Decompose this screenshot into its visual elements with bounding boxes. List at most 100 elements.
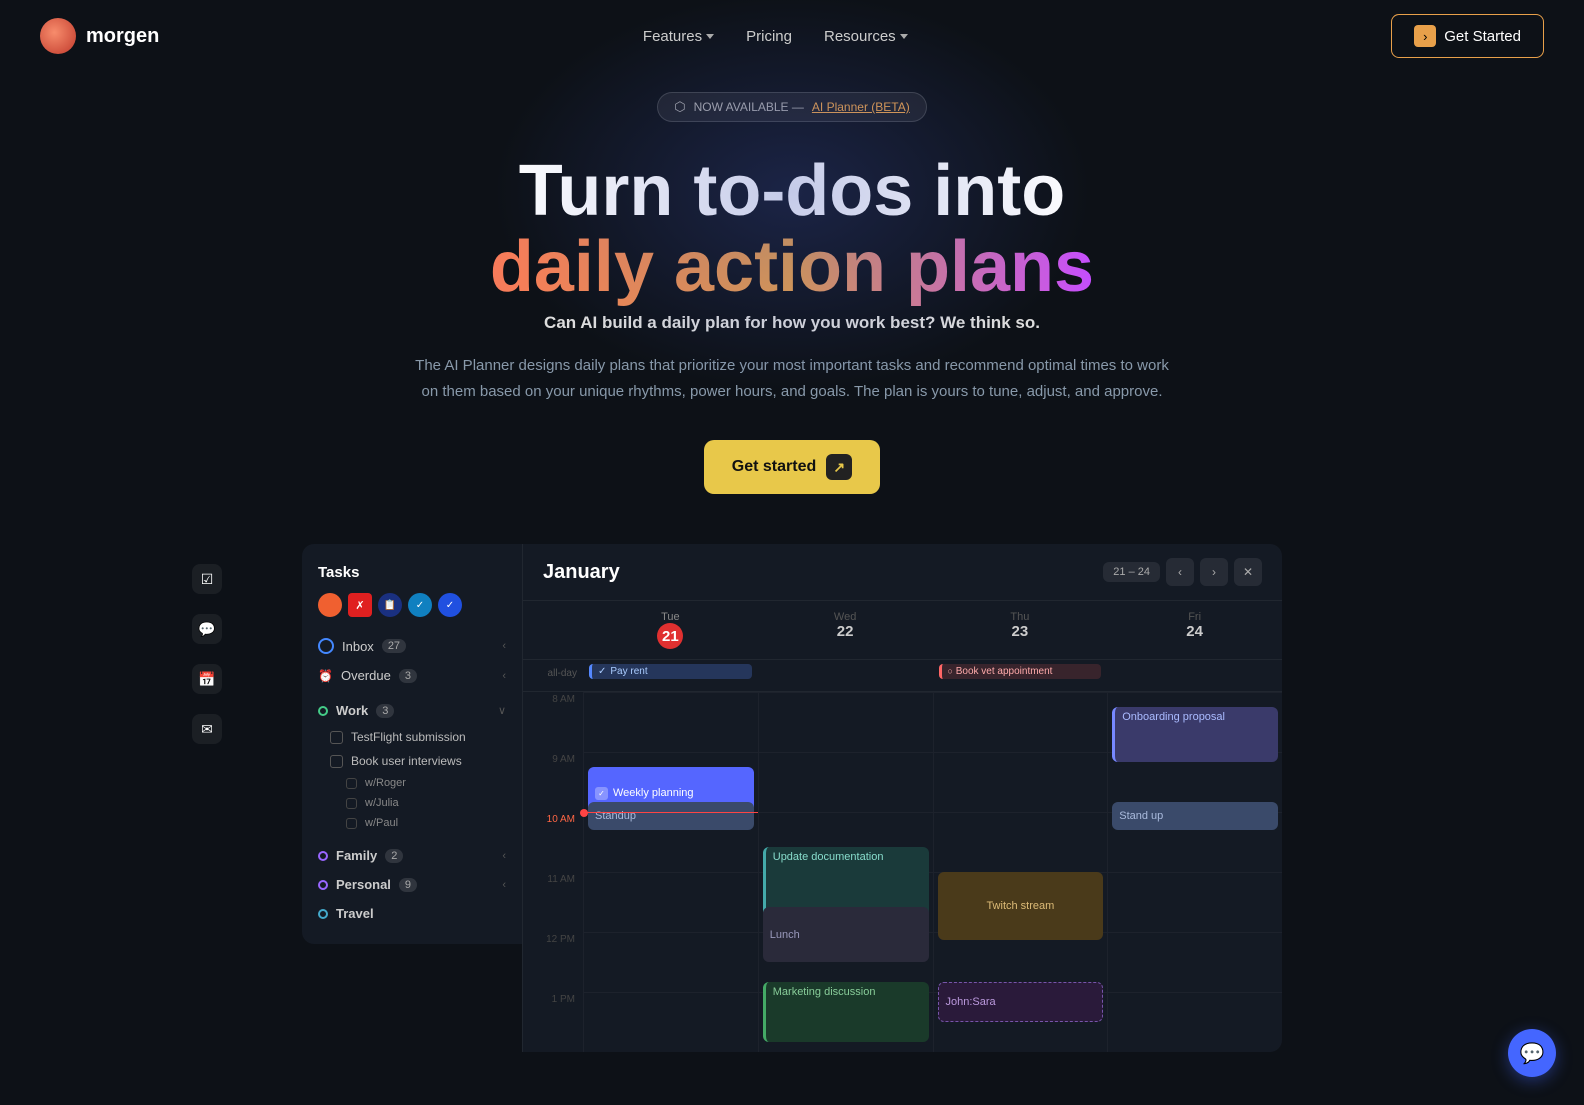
personal-label: Personal — [336, 877, 391, 892]
hero-title: Turn to-dos into daily action plans — [40, 154, 1544, 305]
collapse-icon: ‹ — [502, 670, 506, 682]
hero-cta-button[interactable]: Get started ↗ — [704, 440, 880, 494]
work-count: 3 — [376, 704, 394, 718]
inbox-label: Inbox — [342, 639, 374, 654]
twitch-event[interactable]: Twitch stream — [938, 872, 1104, 940]
col-wed: Update documentation Lunch Marketing dis… — [758, 692, 933, 1052]
day-header-thu: Thu 23 — [933, 601, 1108, 659]
day-number-wed: 22 — [770, 623, 921, 640]
logo[interactable]: morgen — [40, 18, 159, 54]
hero-subtitle: Can AI build a daily plan for how you wo… — [40, 313, 1544, 333]
subtask-item[interactable]: w/Paul — [302, 813, 522, 833]
chat-bubble-button[interactable]: 💬 — [1508, 1029, 1556, 1077]
task-label: Book user interviews — [351, 754, 462, 768]
allday-cell-tue: ✓ Pay rent — [583, 660, 758, 691]
beta-link[interactable]: AI Planner (BETA) — [812, 100, 910, 114]
work-header[interactable]: Work 3 ∨ — [302, 696, 522, 725]
integration-icon-3: 📋 — [378, 593, 402, 617]
john-event[interactable]: John:Sara — [938, 982, 1104, 1022]
time-1pm: 1 PM — [523, 992, 583, 1052]
subtask-item[interactable]: w/Julia — [302, 793, 522, 813]
day-number-tue: 21 — [657, 623, 683, 649]
standup-tue-event[interactable]: Standup — [588, 802, 754, 830]
tasks-title: Tasks — [302, 560, 522, 593]
inbox-icon — [318, 638, 334, 654]
overdue-label: Overdue — [341, 668, 391, 683]
subtask-item[interactable]: w/Roger — [302, 773, 522, 793]
work-label: Work — [336, 703, 368, 718]
subtask-checkbox[interactable] — [346, 818, 357, 829]
get-started-button[interactable]: › Get Started — [1391, 14, 1544, 58]
sidebar-icons: ☑ 💬 📅 ✉ — [192, 544, 222, 744]
calendar-header: January 21 – 24 ‹ › ✕ — [523, 544, 1282, 601]
day-name-fri: Fri — [1119, 611, 1270, 623]
prev-button[interactable]: ‹ — [1166, 558, 1194, 586]
vet-event[interactable]: ○ Book vet appointment — [939, 664, 1102, 679]
comment-icon[interactable]: ✉ — [192, 714, 222, 744]
family-dot — [318, 851, 328, 861]
task-checkbox[interactable] — [330, 755, 343, 768]
integrations-row: ✗ 📋 ✓ ✓ — [302, 593, 522, 631]
calendar-icon[interactable]: 📅 — [192, 664, 222, 694]
calendar-month: January — [543, 561, 620, 584]
time-9am: 9 AM — [523, 752, 583, 812]
pay-rent-event[interactable]: ✓ Pay rent — [589, 664, 752, 679]
task-item[interactable]: Book user interviews — [302, 749, 522, 773]
time-11am: 11 AM — [523, 872, 583, 932]
chat-icon: 💬 — [1520, 1041, 1545, 1066]
clock-icon: ⏰ — [318, 669, 333, 683]
allday-row: all-day ✓ Pay rent ○ Book vet appointmen… — [523, 660, 1282, 692]
chat-icon[interactable]: 💬 — [192, 614, 222, 644]
hero-description: The AI Planner designs daily plans that … — [412, 353, 1172, 404]
task-item[interactable]: TestFlight submission — [302, 725, 522, 749]
chevron-down-icon — [706, 34, 714, 39]
nav-features[interactable]: Features — [643, 28, 714, 45]
onboarding-event[interactable]: Onboarding proposal — [1112, 707, 1278, 762]
chip-icon: ⬡ — [674, 99, 685, 115]
inbox-row[interactable]: Inbox 27 ‹ — [302, 631, 522, 661]
nav-resources[interactable]: Resources — [824, 28, 908, 45]
subtask-label: w/Julia — [365, 797, 399, 809]
collapse-icon: ‹ — [502, 640, 506, 652]
family-count: 2 — [385, 849, 403, 863]
subtask-checkbox[interactable] — [346, 798, 357, 809]
date-range-button[interactable]: 21 – 24 — [1103, 562, 1160, 582]
time-12pm: 12 PM — [523, 932, 583, 992]
check-icon: ✓ — [595, 787, 608, 800]
hero-section: ⬡ NOW AVAILABLE — AI Planner (BETA) Turn… — [0, 72, 1584, 544]
overdue-count: 3 — [399, 669, 417, 683]
day-header-fri: Fri 24 — [1107, 601, 1282, 659]
subtask-label: w/Paul — [365, 817, 398, 829]
standup-fri-event[interactable]: Stand up — [1112, 802, 1278, 830]
calendar-panel: January 21 – 24 ‹ › ✕ Tue 21 Wed 22 — [522, 544, 1282, 1052]
hero-title-accent: daily action plans — [490, 227, 1094, 307]
personal-header[interactable]: Personal 9 ‹ — [302, 870, 522, 899]
checkbox-icon[interactable]: ☑ — [192, 564, 222, 594]
family-header[interactable]: Family 2 ‹ — [302, 841, 522, 870]
time-10am: 10 AM — [523, 812, 583, 872]
overdue-row[interactable]: ⏰ Overdue 3 ‹ — [302, 661, 522, 690]
subtask-checkbox[interactable] — [346, 778, 357, 789]
integration-icon-1 — [318, 593, 342, 617]
day-header-tue: Tue 21 — [583, 601, 758, 659]
personal-count: 9 — [399, 878, 417, 892]
allday-cell-wed — [758, 660, 933, 691]
expand-icon: ∨ — [498, 704, 506, 717]
work-dot — [318, 706, 328, 716]
lunch-event[interactable]: Lunch — [763, 907, 929, 962]
next-button[interactable]: › — [1200, 558, 1228, 586]
travel-header[interactable]: Travel — [302, 899, 522, 928]
col-tue: ✓ Weekly planning Standup — [583, 692, 758, 1052]
chevron-down-icon — [900, 34, 908, 39]
day-header-wed: Wed 22 — [758, 601, 933, 659]
allday-cell-thu: ○ Book vet appointment — [933, 660, 1108, 691]
close-button[interactable]: ✕ — [1234, 558, 1262, 586]
personal-dot — [318, 880, 328, 890]
nav-pricing[interactable]: Pricing — [746, 28, 792, 45]
tasks-panel: Tasks ✗ 📋 ✓ ✓ Inbox 27 ‹ — [302, 544, 522, 944]
day-name-tue: Tue — [595, 611, 746, 623]
cta-arrow-icon: ↗ — [826, 454, 852, 480]
task-checkbox[interactable] — [330, 731, 343, 744]
marketing-event[interactable]: Marketing discussion — [763, 982, 929, 1042]
subtask-label: w/Roger — [365, 777, 406, 789]
